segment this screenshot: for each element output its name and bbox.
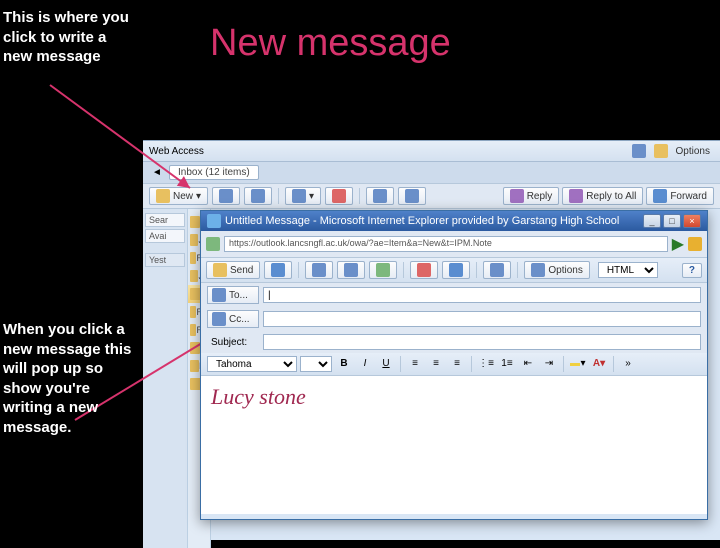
help-icon[interactable] [650, 143, 672, 159]
to-button[interactable]: To... [207, 286, 259, 304]
underline-button[interactable]: U [377, 356, 395, 372]
toolbar-icon-3[interactable]: ▾ [285, 187, 321, 205]
new-message-window: Untitled Message - Microsoft Internet Ex… [200, 210, 708, 520]
minimize-button[interactable]: _ [643, 214, 661, 228]
attach-button[interactable] [305, 261, 333, 279]
page-icon [206, 237, 220, 251]
toolbar-icon-2[interactable] [244, 187, 272, 205]
cc-button[interactable]: Cc... [207, 310, 259, 328]
to-input[interactable] [263, 287, 701, 303]
lock-icon [688, 237, 702, 251]
align-right-button[interactable]: ≡ [448, 356, 466, 372]
format-select[interactable]: HTML [598, 262, 658, 278]
addressbook-icon [212, 288, 226, 302]
highlight-button[interactable]: ▾ [569, 356, 587, 372]
url-input[interactable]: https://outlook.lancsngfl.ac.uk/owa/?ae=… [224, 236, 668, 252]
outdent-button[interactable]: ⇤ [519, 356, 537, 372]
options-button[interactable]: Options [524, 261, 589, 279]
bullets-button[interactable]: ⋮≡ [477, 356, 495, 372]
importance-high-button[interactable] [410, 261, 438, 279]
folder-bar: ◄ Inbox (12 items) [143, 162, 720, 184]
font-color-button[interactable]: A▾ [590, 356, 608, 372]
annotation-top: This is where you click to write a new m… [3, 8, 133, 67]
save-button[interactable] [264, 261, 292, 279]
go-icon[interactable]: ▶ [672, 234, 684, 254]
addressbook-icon [212, 312, 226, 326]
importance-low-button[interactable] [442, 261, 470, 279]
forward-icon [653, 189, 667, 203]
reply-button[interactable]: Reply [503, 187, 560, 205]
flag-button[interactable] [483, 261, 511, 279]
format-toolbar: Tahoma B I U ≡ ≡ ≡ ⋮≡ 1≡ ⇤ ⇥ ▾ A▾ » [201, 353, 707, 376]
send-button[interactable]: Send [206, 261, 260, 279]
options-link[interactable]: Options [672, 145, 714, 158]
italic-button[interactable]: I [356, 356, 374, 372]
align-left-button[interactable]: ≡ [406, 356, 424, 372]
body-text: Lucy stone [211, 384, 697, 410]
window-titlebar[interactable]: Untitled Message - Microsoft Internet Ex… [201, 211, 707, 231]
annotation-bottom: When you click a new message this will p… [3, 320, 143, 437]
maximize-button[interactable]: □ [663, 214, 681, 228]
avail-box[interactable]: Avai [145, 229, 185, 243]
address-bar: https://outlook.lancsngfl.ac.uk/owa/?ae=… [201, 231, 707, 258]
forward-button[interactable]: Forward [646, 187, 714, 205]
send-icon [213, 263, 227, 277]
more-button[interactable]: » [619, 356, 637, 372]
help-button[interactable]: ? [682, 263, 702, 278]
numbering-button[interactable]: 1≡ [498, 356, 516, 372]
settings-icon[interactable] [628, 143, 650, 159]
cc-input[interactable] [263, 311, 701, 327]
reply-all-icon [569, 189, 583, 203]
message-body[interactable]: Lucy stone [201, 376, 707, 514]
search-box[interactable]: Sear [145, 213, 185, 227]
font-select[interactable]: Tahoma [207, 356, 297, 372]
window-title-text: Untitled Message - Microsoft Internet Ex… [225, 215, 643, 227]
arrow-to-new [40, 80, 210, 200]
ie-icon [207, 214, 221, 228]
size-select[interactable] [300, 356, 332, 372]
subject-input[interactable] [263, 334, 701, 350]
gear-icon [531, 263, 545, 277]
toolbar-icon-1[interactable] [212, 187, 240, 205]
toolbar-icon-4[interactable] [325, 187, 353, 205]
compose-toolbar: Send Options HTML ? [201, 258, 707, 283]
subject-label: Subject: [207, 336, 259, 349]
yest-label: Yest [145, 253, 185, 267]
main-toolbar: New ▾ ▾ Reply Reply to All Forward [143, 184, 720, 209]
indent-button[interactable]: ⇥ [540, 356, 558, 372]
toolbar-icon-5[interactable] [366, 187, 394, 205]
slide-title: New message [210, 22, 451, 65]
subject-row: Subject: [201, 331, 707, 353]
bold-button[interactable]: B [335, 356, 353, 372]
align-center-button[interactable]: ≡ [427, 356, 445, 372]
to-row: To... [201, 283, 707, 307]
cc-row: Cc... [201, 307, 707, 331]
toolbar-icon-6[interactable] [398, 187, 426, 205]
owa-header: Web Access Options [143, 141, 720, 162]
reply-all-button[interactable]: Reply to All [562, 187, 643, 205]
reply-icon [510, 189, 524, 203]
close-button[interactable]: × [683, 214, 701, 228]
names-button[interactable] [337, 261, 365, 279]
check-button[interactable] [369, 261, 397, 279]
